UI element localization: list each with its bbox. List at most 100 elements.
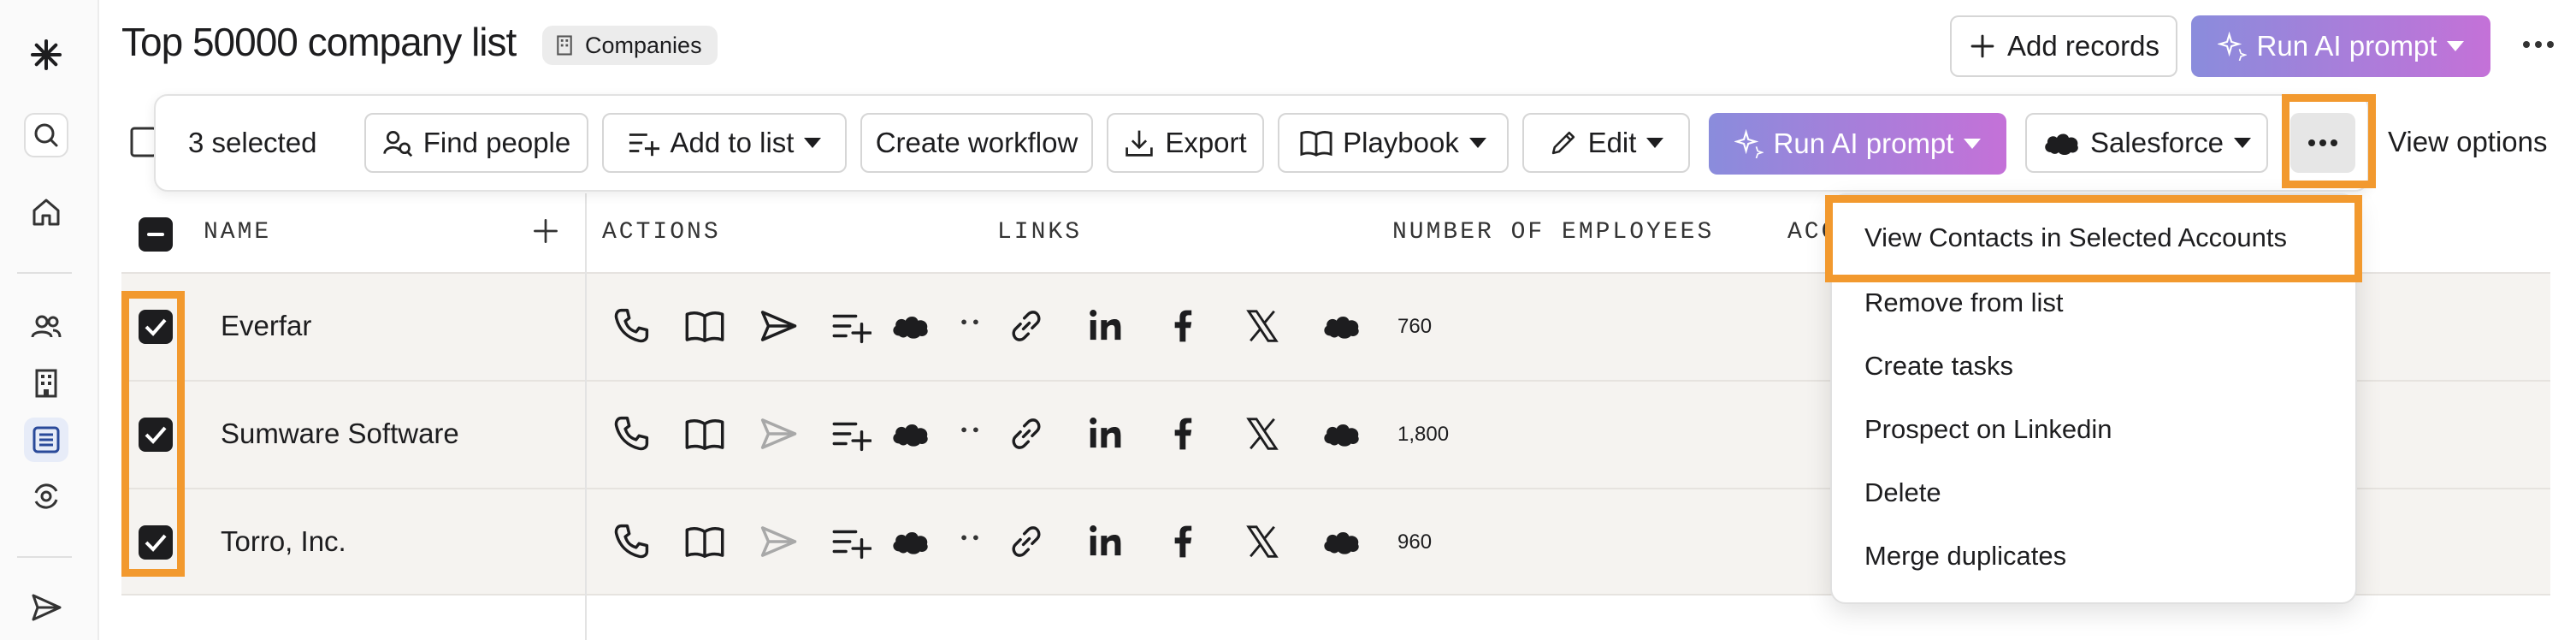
column-header-actions[interactable]: ACTIONS <box>602 219 721 246</box>
menu-item-prospect-linkedin[interactable]: Prospect on Linkedin <box>1864 414 2112 445</box>
export-button[interactable]: Export <box>1107 113 1264 173</box>
menu-item-view-contacts[interactable]: View Contacts in Selected Accounts <box>1864 222 2287 253</box>
row-checkbox[interactable] <box>139 310 173 344</box>
chevron-down-icon <box>1964 139 1982 149</box>
chip-label: Companies <box>585 32 702 58</box>
column-header-links[interactable]: LINKS <box>997 219 1082 246</box>
find-people-button[interactable]: Find people <box>364 113 588 173</box>
send-icon[interactable] <box>24 585 68 630</box>
x-icon[interactable] <box>1242 413 1283 454</box>
salesforce-icon <box>2045 133 2078 155</box>
more-actions-button[interactable] <box>2290 113 2355 173</box>
link-icon[interactable] <box>1006 521 1047 562</box>
linkedin-icon[interactable] <box>1084 413 1126 454</box>
playbook-button[interactable]: Playbook <box>1278 113 1509 173</box>
export-label: Export <box>1165 127 1247 158</box>
row-checkbox[interactable] <box>139 525 173 560</box>
building-icon <box>557 35 572 56</box>
create-workflow-label: Create workflow <box>875 127 1078 158</box>
menu-item-merge-duplicates[interactable]: Merge duplicates <box>1864 541 2066 572</box>
add-records-button[interactable]: Add records <box>1950 15 2177 77</box>
linkedin-icon[interactable] <box>1084 521 1126 562</box>
more-options-icon[interactable] <box>2514 21 2562 68</box>
sparkle-icon <box>2217 32 2247 61</box>
object-type-chip[interactable]: Companies <box>542 26 718 65</box>
add-to-list-label: Add to list <box>670 127 795 158</box>
selected-count: 3 selected <box>188 127 317 158</box>
add-to-list-icon[interactable] <box>831 413 872 454</box>
salesforce-icon[interactable] <box>1320 521 1362 562</box>
sidebar <box>0 0 99 640</box>
send-icon[interactable] <box>758 413 799 454</box>
chevron-down-icon <box>1646 138 1664 148</box>
list-icon[interactable] <box>24 418 68 462</box>
menu-item-delete[interactable]: Delete <box>1864 477 1941 508</box>
facebook-icon[interactable] <box>1163 521 1204 562</box>
pencil-icon <box>1551 131 1575 155</box>
overflow-icon[interactable] <box>949 305 990 347</box>
create-workflow-button[interactable]: Create workflow <box>860 113 1093 173</box>
salesforce-icon[interactable] <box>889 521 931 562</box>
sidebar-divider <box>17 556 72 558</box>
salesforce-icon[interactable] <box>889 413 931 454</box>
salesforce-icon[interactable] <box>1320 305 1362 347</box>
book-icon[interactable] <box>684 413 725 454</box>
select-all-checkbox[interactable] <box>139 217 173 252</box>
phone-icon[interactable] <box>611 305 652 347</box>
chevron-down-icon <box>2447 41 2465 51</box>
salesforce-label: Salesforce <box>2090 127 2224 158</box>
view-options-button[interactable]: View options <box>2360 125 2548 159</box>
add-column-icon[interactable] <box>530 216 561 246</box>
menu-item-remove-from-list[interactable]: Remove from list <box>1864 287 2064 318</box>
facebook-icon[interactable] <box>1163 305 1204 347</box>
link-icon[interactable] <box>1006 305 1047 347</box>
column-header-employees[interactable]: NUMBER OF EMPLOYEES <box>1392 219 1714 246</box>
page-title: Top 50000 company list <box>121 20 517 64</box>
chevron-down-icon <box>2233 138 2251 148</box>
facebook-icon[interactable] <box>1163 413 1204 454</box>
sparkle-icon <box>1734 129 1764 158</box>
company-name[interactable]: Sumware Software <box>221 418 459 450</box>
linkedin-icon[interactable] <box>1084 305 1126 347</box>
run-ai-prompt-header-button[interactable]: Run AI prompt <box>2191 15 2490 77</box>
x-icon[interactable] <box>1242 305 1283 347</box>
edit-button[interactable]: Edit <box>1522 113 1690 173</box>
chevron-down-icon <box>1468 138 1486 148</box>
link-icon[interactable] <box>1006 413 1047 454</box>
overflow-icon[interactable] <box>949 521 990 562</box>
find-people-label: Find people <box>422 127 571 158</box>
overflow-icon[interactable] <box>949 413 990 454</box>
frozen-column-divider <box>585 193 587 640</box>
send-icon[interactable] <box>758 305 799 347</box>
column-header-name[interactable]: NAME <box>204 219 271 246</box>
playbook-label: Playbook <box>1343 127 1459 158</box>
bulk-action-bar: 3 selected Find people Add to list Creat… <box>154 94 2369 192</box>
sidebar-divider <box>17 272 72 274</box>
phone-icon[interactable] <box>611 413 652 454</box>
company-name[interactable]: Torro, Inc. <box>221 525 346 558</box>
company-name[interactable]: Everfar <box>221 310 311 342</box>
salesforce-icon[interactable] <box>1320 413 1362 454</box>
book-icon[interactable] <box>684 521 725 562</box>
search-icon[interactable] <box>24 113 68 157</box>
row-checkbox[interactable] <box>139 418 173 452</box>
add-to-list-icon[interactable] <box>831 305 872 347</box>
home-icon[interactable] <box>24 190 68 234</box>
salesforce-icon[interactable] <box>889 305 931 347</box>
salesforce-button[interactable]: Salesforce <box>2025 113 2268 173</box>
run-ai-prompt-button[interactable]: Run AI prompt <box>1709 113 2006 175</box>
phone-icon[interactable] <box>611 521 652 562</box>
add-to-list-button[interactable]: Add to list <box>602 113 847 173</box>
building-icon[interactable] <box>24 361 68 406</box>
add-to-list-icon <box>629 133 659 157</box>
x-icon[interactable] <box>1242 521 1283 562</box>
book-icon[interactable] <box>684 305 725 347</box>
add-to-list-icon[interactable] <box>831 521 872 562</box>
more-icon <box>2308 139 2337 146</box>
menu-item-create-tasks[interactable]: Create tasks <box>1864 351 2013 382</box>
logo-icon[interactable] <box>24 33 68 77</box>
download-icon <box>1126 130 1154 157</box>
sync-icon[interactable] <box>24 474 68 519</box>
send-icon[interactable] <box>758 521 799 562</box>
people-icon[interactable] <box>24 305 68 349</box>
